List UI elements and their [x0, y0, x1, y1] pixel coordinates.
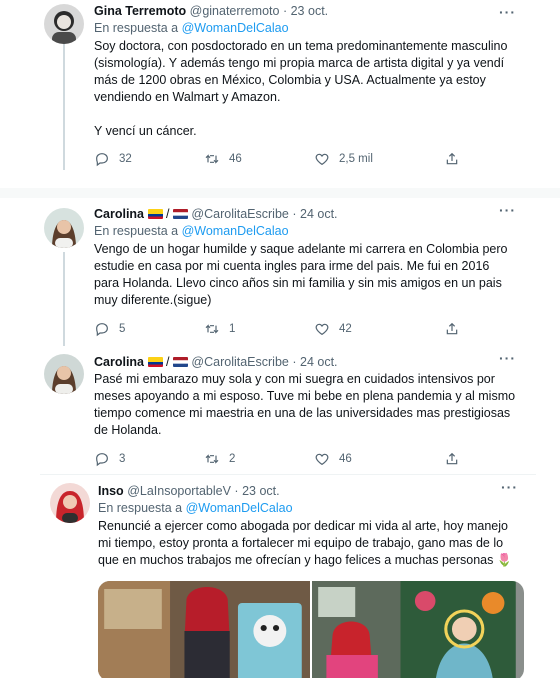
flag-slash: /: [162, 207, 173, 221]
separator-dot: ·: [292, 207, 297, 221]
reply-icon: [96, 453, 108, 467]
reply-button[interactable]: 5: [94, 321, 204, 337]
like-count: 46: [339, 453, 352, 465]
media-photo[interactable]: [98, 581, 310, 678]
retweet-icon: [205, 324, 219, 334]
tweet-date[interactable]: 23 oct.: [242, 484, 280, 498]
separator-dot: ·: [292, 355, 297, 369]
netherlands-flag-icon: [172, 357, 188, 367]
tweet-date[interactable]: 24 oct.: [300, 207, 338, 221]
retweet-icon: [205, 454, 219, 464]
like-button[interactable]: 42: [314, 321, 444, 337]
avatar[interactable]: [44, 4, 84, 44]
user-handle[interactable]: @CarolitaEscribe: [191, 207, 288, 221]
timeline-gap: [0, 188, 560, 198]
retweet-button[interactable]: 46: [204, 151, 314, 167]
mention-link[interactable]: @WomanDelCalao: [182, 224, 289, 238]
retweet-count: 2: [229, 453, 236, 465]
reply-context: En respuesta a @WomanDelCalao: [94, 223, 516, 240]
share-icon: [446, 452, 458, 465]
tweet-text: Soy doctora, con posdoctorado en un tema…: [94, 39, 508, 138]
reply-prefix: En respuesta a: [98, 501, 183, 515]
like-count: 42: [339, 323, 352, 335]
thread-line: [63, 252, 65, 346]
user-handle[interactable]: @ginaterremoto: [190, 4, 280, 18]
like-button[interactable]: 46: [314, 451, 444, 467]
mention-link[interactable]: @WomanDelCalao: [186, 501, 293, 515]
tweet-actions: 32 46 2,5 mil: [94, 150, 470, 168]
retweet-icon: [205, 154, 219, 164]
retweet-button[interactable]: 1: [204, 321, 314, 337]
colombia-flag-icon: [147, 209, 163, 219]
retweet-count: 46: [229, 153, 242, 165]
user-handle[interactable]: @CarolitaEscribe: [191, 355, 288, 369]
display-name[interactable]: Gina Terremoto: [94, 4, 186, 18]
avatar[interactable]: [44, 208, 84, 248]
reply-icon: [96, 153, 108, 167]
tweet-card[interactable]: ··· Carolina / @CarolitaEscribe · 24 oct…: [30, 198, 530, 346]
reply-count: 3: [119, 453, 126, 465]
share-button[interactable]: [444, 451, 460, 467]
tweet-actions: 5 1 42: [94, 320, 470, 338]
like-count: 2,5 mil: [339, 153, 373, 165]
display-name[interactable]: Carolina: [94, 207, 144, 221]
reply-prefix: En respuesta a: [94, 21, 179, 35]
display-name[interactable]: Carolina: [94, 355, 144, 369]
share-icon: [446, 322, 458, 335]
share-button[interactable]: [444, 321, 460, 337]
share-icon: [446, 152, 458, 165]
heart-icon: [315, 323, 329, 336]
retweet-button[interactable]: 2: [204, 451, 314, 467]
reply-count: 5: [119, 323, 126, 335]
separator-dot: ·: [234, 484, 239, 498]
mention-link[interactable]: @WomanDelCalao: [182, 21, 289, 35]
reply-prefix: En respuesta a: [94, 224, 179, 238]
reply-count: 32: [119, 153, 132, 165]
tweet-text: Vengo de un hogar humilde y saque adelan…: [94, 242, 511, 307]
tweet-text: Renuncié a ejercer como abogada por dedi…: [98, 519, 513, 567]
reply-context: En respuesta a @WomanDelCalao: [94, 20, 516, 37]
reply-button[interactable]: 3: [94, 451, 204, 467]
tweet-card[interactable]: ··· Gina Terremoto @ginaterremoto · 23 o…: [30, 0, 530, 188]
tweet-text: Pasé mi embarazo muy sola y con mi suegr…: [94, 372, 519, 437]
share-button[interactable]: [444, 151, 460, 167]
tweet-card[interactable]: ··· Inso @LaInsoportableV · 23 oct. En r…: [40, 474, 536, 678]
tweet-date[interactable]: 24 oct.: [300, 355, 338, 369]
tweet-card[interactable]: ··· Carolina / @CarolitaEscribe · 24 oct…: [30, 346, 530, 470]
reply-context: En respuesta a @WomanDelCalao: [98, 500, 518, 517]
heart-icon: [315, 453, 329, 466]
separator-dot: ·: [282, 4, 288, 18]
colombia-flag-icon: [147, 357, 163, 367]
thread-line: [63, 44, 65, 170]
tweet-date[interactable]: 23 oct.: [291, 4, 329, 18]
heart-icon: [315, 153, 329, 166]
reply-icon: [96, 323, 108, 337]
tweet-media[interactable]: [98, 581, 524, 678]
avatar[interactable]: [44, 354, 84, 394]
avatar[interactable]: [50, 483, 90, 523]
netherlands-flag-icon: [172, 209, 188, 219]
display-name[interactable]: Inso: [98, 484, 124, 498]
retweet-count: 1: [229, 323, 236, 335]
flag-slash: /: [162, 355, 173, 369]
reply-button[interactable]: 32: [94, 151, 204, 167]
tweet-actions: 3 2 46: [94, 450, 470, 468]
media-photo[interactable]: [312, 581, 524, 678]
like-button[interactable]: 2,5 mil: [314, 151, 444, 167]
user-handle[interactable]: @LaInsoportableV: [127, 484, 231, 498]
